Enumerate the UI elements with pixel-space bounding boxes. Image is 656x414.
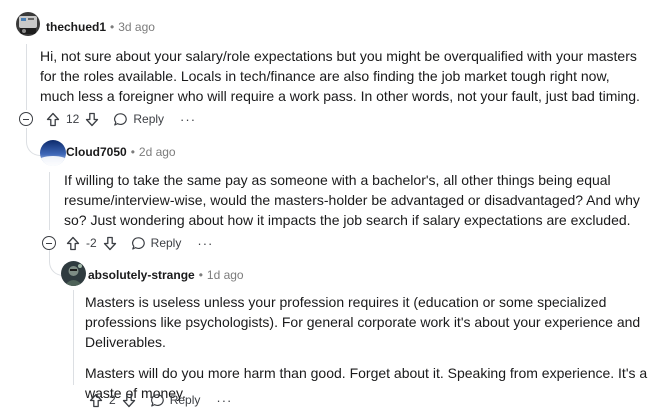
collapse-thread-button[interactable]	[42, 236, 56, 250]
vote-score: 12	[66, 112, 80, 126]
separator-dot: •	[110, 20, 115, 34]
avatar[interactable]	[16, 12, 40, 36]
comment-actions: 12 Reply ···	[46, 108, 196, 130]
more-options-button[interactable]: ···	[216, 393, 232, 408]
comment-author[interactable]: absolutely-strange	[88, 268, 195, 282]
comment-author[interactable]: Cloud7050	[66, 145, 127, 159]
reply-button[interactable]: Reply	[131, 236, 182, 251]
comment-timestamp[interactable]: 1d ago	[207, 268, 244, 282]
vote-score: 2	[109, 393, 116, 407]
more-options-button[interactable]: ···	[197, 236, 213, 251]
downvote-icon[interactable]	[103, 236, 117, 251]
thread-line	[26, 44, 27, 110]
avatar[interactable]	[61, 261, 86, 286]
upvote-icon[interactable]	[66, 236, 80, 251]
thread-line	[73, 290, 74, 385]
reply-icon	[150, 393, 164, 407]
comment-author[interactable]: thechued1	[46, 20, 106, 34]
avatar-image	[16, 12, 40, 36]
comment-body: Hi, not sure about your salary/role expe…	[40, 46, 646, 117]
separator-dot: •	[198, 268, 203, 282]
reply-icon	[114, 112, 128, 126]
upvote-icon[interactable]	[89, 393, 103, 408]
avatar-image	[40, 140, 66, 166]
upvote-icon[interactable]	[46, 112, 60, 127]
downvote-icon[interactable]	[85, 112, 99, 127]
reply-button[interactable]: Reply	[113, 112, 164, 127]
comment-body: If willing to take the same pay as someo…	[64, 170, 649, 241]
comment-paragraph: If willing to take the same pay as someo…	[64, 172, 640, 228]
comment-timestamp[interactable]: 2d ago	[139, 145, 176, 159]
downvote-icon[interactable]	[122, 393, 136, 408]
comment-actions: -2 Reply ···	[66, 232, 213, 254]
collapse-thread-button[interactable]	[19, 112, 33, 126]
comment-actions: 2 Reply ···	[89, 389, 232, 411]
reply-button[interactable]: Reply	[150, 393, 201, 408]
comment-meta: absolutely-strange • 1d ago	[88, 268, 244, 282]
comment-paragraph: Hi, not sure about your salary/role expe…	[40, 48, 640, 104]
comment-meta: Cloud7050 • 2d ago	[66, 145, 176, 159]
avatar[interactable]	[40, 140, 66, 166]
vote-score: -2	[86, 236, 97, 250]
thread-line	[49, 172, 50, 230]
reply-label: Reply	[150, 236, 182, 250]
avatar-image	[61, 261, 86, 286]
comment-paragraph: Masters is useless unless your professio…	[85, 294, 641, 350]
separator-dot: •	[130, 145, 135, 159]
comment-meta: thechued1 • 3d ago	[46, 20, 155, 34]
reply-icon	[131, 236, 145, 250]
more-options-button[interactable]: ···	[180, 112, 196, 127]
thread-elbow	[26, 128, 41, 156]
reply-label: Reply	[169, 393, 201, 407]
reply-label: Reply	[133, 112, 165, 126]
comment-timestamp[interactable]: 3d ago	[118, 20, 155, 34]
